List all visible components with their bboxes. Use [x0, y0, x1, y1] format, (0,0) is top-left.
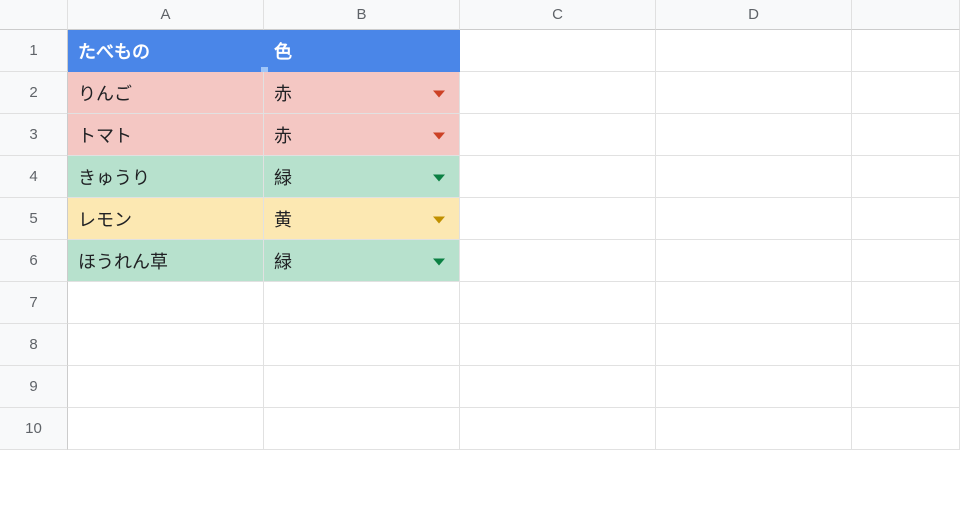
cell-A10[interactable] [68, 408, 264, 450]
cell-text: 赤 [274, 80, 292, 106]
cell-A9[interactable] [68, 366, 264, 408]
cell-E8[interactable] [852, 324, 960, 366]
cell-B1[interactable]: 色 [264, 30, 460, 72]
row-7: 7 [0, 282, 960, 324]
cell-C1[interactable] [460, 30, 656, 72]
row-header-1[interactable]: 1 [0, 30, 68, 72]
cell-text: きゅうり [78, 164, 150, 190]
row-header-3[interactable]: 3 [0, 114, 68, 156]
cell-text: 赤 [274, 122, 292, 148]
cell-E9[interactable] [852, 366, 960, 408]
cell-D4[interactable] [656, 156, 852, 198]
row-2: 2 りんご 赤 [0, 72, 960, 114]
cell-E3[interactable] [852, 114, 960, 156]
cell-E1[interactable] [852, 30, 960, 72]
cell-C9[interactable] [460, 366, 656, 408]
cell-D10[interactable] [656, 408, 852, 450]
cell-A6[interactable]: ほうれん草 [68, 240, 264, 282]
cell-A8[interactable] [68, 324, 264, 366]
cell-A1[interactable]: たべもの [68, 30, 264, 72]
cell-text: りんご [78, 80, 132, 106]
row-4: 4 きゅうり 緑 [0, 156, 960, 198]
cell-text: 黄 [274, 206, 292, 232]
dropdown-arrow-icon[interactable] [433, 258, 445, 265]
cell-B3[interactable]: 赤 [264, 114, 460, 156]
col-header-C[interactable]: C [460, 0, 656, 30]
cell-D3[interactable] [656, 114, 852, 156]
cell-A4[interactable]: きゅうり [68, 156, 264, 198]
cell-D6[interactable] [656, 240, 852, 282]
dropdown-arrow-icon[interactable] [433, 174, 445, 181]
row-header-5[interactable]: 5 [0, 198, 68, 240]
cell-text: レモン [78, 206, 132, 232]
dropdown-arrow-icon[interactable] [433, 132, 445, 139]
cell-C8[interactable] [460, 324, 656, 366]
row-header-9[interactable]: 9 [0, 366, 68, 408]
cell-E10[interactable] [852, 408, 960, 450]
cell-A7[interactable] [68, 282, 264, 324]
cell-D9[interactable] [656, 366, 852, 408]
cell-D8[interactable] [656, 324, 852, 366]
cell-E4[interactable] [852, 156, 960, 198]
row-1: 1 たべもの 色 [0, 30, 960, 72]
cell-B8[interactable] [264, 324, 460, 366]
cell-C7[interactable] [460, 282, 656, 324]
cell-text: 緑 [274, 248, 292, 274]
col-header-D[interactable]: D [656, 0, 852, 30]
cell-B9[interactable] [264, 366, 460, 408]
cell-A5[interactable]: レモン [68, 198, 264, 240]
cell-B7[interactable] [264, 282, 460, 324]
cell-text: ほうれん草 [78, 248, 168, 274]
row-3: 3 トマト 赤 [0, 114, 960, 156]
cell-E7[interactable] [852, 282, 960, 324]
col-header-E[interactable] [852, 0, 960, 30]
select-all-corner[interactable] [0, 0, 68, 30]
cell-B5[interactable]: 黄 [264, 198, 460, 240]
column-header-row: A B C D [0, 0, 960, 30]
cell-C6[interactable] [460, 240, 656, 282]
cell-text: 色 [274, 38, 292, 64]
row-header-2[interactable]: 2 [0, 72, 68, 114]
row-5: 5 レモン 黄 [0, 198, 960, 240]
cell-B10[interactable] [264, 408, 460, 450]
cell-C4[interactable] [460, 156, 656, 198]
cell-B6[interactable]: 緑 [264, 240, 460, 282]
row-10: 10 [0, 408, 960, 450]
row-9: 9 [0, 366, 960, 408]
spreadsheet: A B C D 1 たべもの 色 2 りんご 赤 3 [0, 0, 960, 450]
cell-A3[interactable]: トマト [68, 114, 264, 156]
cell-C5[interactable] [460, 198, 656, 240]
cell-E5[interactable] [852, 198, 960, 240]
cell-text: 緑 [274, 164, 292, 190]
cell-D1[interactable] [656, 30, 852, 72]
cell-D5[interactable] [656, 198, 852, 240]
col-header-B[interactable]: B [264, 0, 460, 30]
dropdown-arrow-icon[interactable] [433, 216, 445, 223]
row-8: 8 [0, 324, 960, 366]
cell-E6[interactable] [852, 240, 960, 282]
bottom-blank [0, 450, 960, 507]
cell-B4[interactable]: 緑 [264, 156, 460, 198]
row-header-8[interactable]: 8 [0, 324, 68, 366]
cell-text: たべもの [78, 38, 150, 64]
row-header-10[interactable]: 10 [0, 408, 68, 450]
cell-C2[interactable] [460, 72, 656, 114]
dropdown-arrow-icon[interactable] [433, 90, 445, 97]
cell-D2[interactable] [656, 72, 852, 114]
row-header-6[interactable]: 6 [0, 240, 68, 282]
row-header-4[interactable]: 4 [0, 156, 68, 198]
cell-C10[interactable] [460, 408, 656, 450]
cell-text: トマト [78, 122, 132, 148]
cell-D7[interactable] [656, 282, 852, 324]
cell-B2[interactable]: 赤 [264, 72, 460, 114]
row-6: 6 ほうれん草 緑 [0, 240, 960, 282]
row-header-7[interactable]: 7 [0, 282, 68, 324]
col-header-A[interactable]: A [68, 0, 264, 30]
cell-A2[interactable]: りんご [68, 72, 264, 114]
cell-E2[interactable] [852, 72, 960, 114]
cell-C3[interactable] [460, 114, 656, 156]
